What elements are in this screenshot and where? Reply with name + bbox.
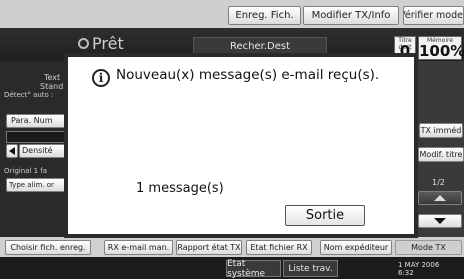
rx-email-man-button[interactable]: RX e-mail man. bbox=[104, 240, 173, 255]
verifier-modes-button[interactable]: Vérifier modes bbox=[403, 6, 464, 25]
memoire-counter: Mémoire 100% bbox=[418, 36, 464, 60]
densite-button[interactable]: Densité bbox=[19, 144, 68, 158]
page-indicator: 1/2 bbox=[432, 178, 445, 187]
original-text: Original 1 fa bbox=[4, 167, 48, 175]
density-row bbox=[6, 131, 70, 143]
new-email-dialog: i Nouveau(x) message(s) e-mail reçu(s). … bbox=[64, 53, 418, 238]
detect-auto-text: Détect° auto : bbox=[4, 91, 54, 99]
etat-systeme-button[interactable]: Etat système bbox=[226, 259, 281, 279]
status-ring-icon bbox=[78, 38, 89, 49]
info-icon: i bbox=[92, 69, 110, 87]
nom-expediteur-button[interactable]: Nom expéditeur bbox=[320, 240, 392, 255]
right-panel: TX imméd Modif. titre 1/2 bbox=[414, 61, 464, 237]
top-bar: Enreg. Fich. Modifier TX/Info Vérifier m… bbox=[0, 0, 464, 28]
arrow-down-icon bbox=[434, 218, 446, 224]
para-num-button[interactable]: Para. Num bbox=[6, 114, 68, 128]
mode-tx-button[interactable]: Mode TX bbox=[395, 240, 462, 255]
liste-trav-button[interactable]: Liste trav. bbox=[283, 260, 338, 277]
type-alim-button[interactable]: Type alim. or bbox=[6, 178, 68, 192]
date-text: 1 MAY 2006 bbox=[398, 261, 440, 269]
date-time: 1 MAY 2006 6:32 bbox=[398, 261, 439, 277]
message-count: 1 message(s) bbox=[136, 181, 224, 196]
memoire-value: 100% bbox=[419, 42, 464, 60]
scroll-up-button[interactable] bbox=[418, 191, 462, 205]
etat-fichier-rx-button[interactable]: Etat fichier RX bbox=[246, 240, 312, 255]
enreg-fich-button[interactable]: Enreg. Fich. bbox=[228, 6, 301, 25]
modif-titre-button[interactable]: Modif. titre bbox=[418, 147, 464, 162]
fax-screen: Enreg. Fich. Modifier TX/Info Vérifier m… bbox=[0, 0, 464, 279]
bottom-bar: Choisir fich. enreg. RX e-mail man. Rapp… bbox=[0, 237, 464, 257]
left-panel: Text Stand Détect° auto : Para. Num Dens… bbox=[0, 61, 70, 237]
dialog-message: Nouveau(x) message(s) e-mail reçu(s). bbox=[116, 67, 380, 83]
scroll-down-button[interactable] bbox=[418, 214, 462, 228]
choisir-fich-enreg-button[interactable]: Choisir fich. enreg. bbox=[5, 240, 91, 255]
sortie-button[interactable]: Sortie bbox=[285, 205, 365, 226]
resolution-text: Text bbox=[44, 73, 61, 82]
density-decrease-button[interactable] bbox=[6, 144, 18, 158]
tx-immed-button[interactable]: TX imméd bbox=[419, 123, 463, 138]
rapport-etat-tx-button[interactable]: Rapport état TX bbox=[176, 240, 242, 255]
status-text: Prêt bbox=[92, 34, 124, 53]
modifier-tx-info-button[interactable]: Modifier TX/Info bbox=[303, 6, 399, 25]
arrow-up-icon bbox=[434, 195, 446, 201]
arrow-left-icon bbox=[9, 147, 15, 155]
time-text: 6:32 bbox=[398, 269, 414, 277]
resolution-subtext: Stand bbox=[40, 82, 64, 91]
